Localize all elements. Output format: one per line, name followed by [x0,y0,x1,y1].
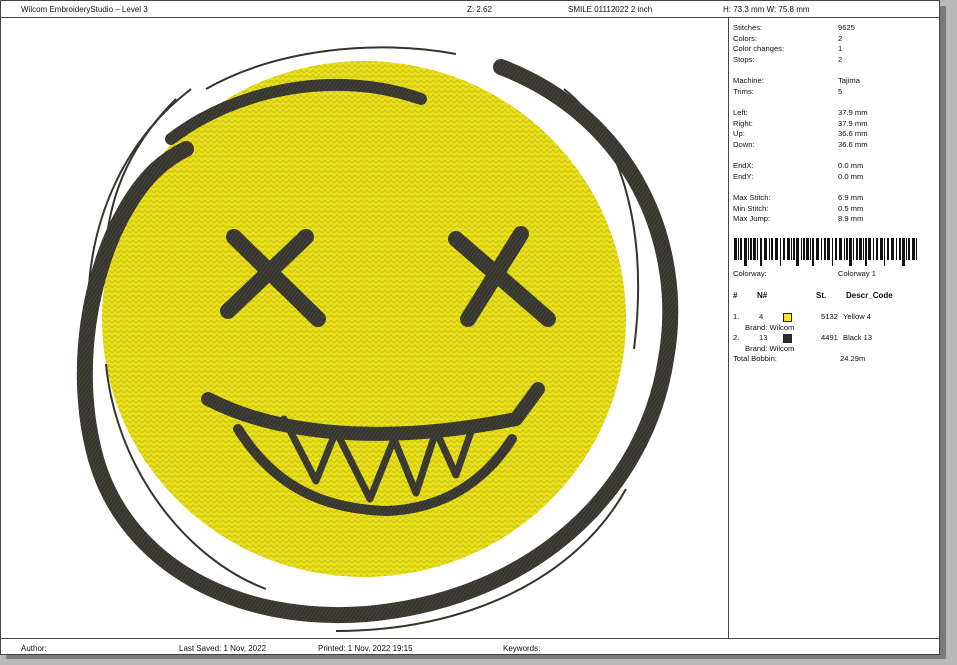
barcode-bar [764,238,767,260]
barcode-bar [824,238,826,260]
stat-row: EndX: 0.0 mm [733,161,864,170]
barcode-bar [791,238,792,260]
barcode-bar [912,238,915,260]
barcode-bar [783,238,785,260]
barcode-bar [803,238,805,260]
barcode-bar [780,238,781,266]
barcode-bar [899,238,901,260]
barcode-bar [856,238,858,260]
panel-divider [728,17,729,638]
barcode-bar [839,238,842,260]
col-header-descr: Descr_Code [846,291,893,300]
stat-row: Up: 36.6 mm [733,129,868,138]
app-title: Wilcom EmbroideryStudio – Level 3 [21,5,148,14]
barcode-icon [734,238,917,266]
design-dimensions: H: 73.3 mm W: 75.8 mm [723,5,810,14]
barcode-bar [865,238,867,266]
barcode-bar [793,238,795,260]
barcode-bar [738,238,739,260]
footer-keywords: Keywords: [503,644,541,653]
barcode-bar [859,238,862,260]
col-header-number: N# [757,291,768,300]
barcode-bar [887,238,889,260]
col-header-index: # [733,291,738,300]
barcode-bar [846,238,848,260]
barcode-bar [821,238,822,260]
color-swatch [783,334,792,343]
color-row: 2. 13 4491 Black 13 [733,333,873,343]
barcode-bar [853,238,854,260]
stat-row: Trims: 5 [733,87,843,96]
stat-row: Machine: Tajima [733,76,860,85]
barcode-bar [740,238,742,260]
color-swatch [783,313,792,322]
stat-row: Down: 36.6 mm [733,140,868,149]
barcode-bar [753,238,756,260]
smiley-x-eyes-embroidery-icon [76,46,679,632]
sheet-shadow-bottom [6,655,946,659]
col-header-stitches: St. [816,291,827,300]
barcode-bar [896,238,897,260]
footer-author: Author: [21,644,47,653]
stat-row: Max Stitch: 6.9 mm [733,193,864,202]
barcode-bar [906,238,907,260]
barcode-bar [863,238,864,260]
barcode-bar [734,238,737,260]
barcode-bar [757,238,758,260]
barcode-bar [748,238,749,260]
barcode-bar [760,238,762,266]
sheet-shadow-right [940,6,946,658]
barcode-bar [902,238,905,266]
page-header: Wilcom EmbroideryStudio – Level 3 Z: 2.6… [1,1,939,18]
barcode-bar [771,238,773,260]
barcode-bar [908,238,910,260]
colorway-row: Colorway: Colorway 1 [733,269,876,278]
total-bobbin-row: Total Bobbin: 24.29m [733,354,866,363]
barcode-bar [844,238,845,260]
zoom-level: Z: 2.62 [467,5,492,14]
barcode-bar [827,238,830,260]
barcode-bar [796,238,799,266]
barcode-bar [812,238,814,266]
page-footer: Author: Last Saved: 1 Nov, 2022 Printed:… [1,638,939,656]
barcode-bar [816,238,819,260]
stat-row: Stitches: 9625 [733,23,855,32]
barcode-bar [744,238,747,266]
barcode-bar [876,238,878,260]
barcode-bar [769,238,770,260]
footer-printed: Printed: 1 Nov, 2022 19:15 [318,644,413,653]
stat-row: Max Jump: 8.9 mm [733,214,864,223]
barcode-bar [880,238,883,260]
barcode-bar [775,238,778,260]
barcode-bar [868,238,871,260]
design-info-panel: Stitches: 9625 Colors: 2 Color changes: 1 S… [731,17,939,638]
footer-last-saved: Last Saved: 1 Nov, 2022 [179,644,267,653]
stat-row: Left: 37.9 mm [733,108,868,117]
barcode-bar [832,238,833,266]
barcode-bar [806,238,809,260]
stat-row: Color changes: 1 [733,44,843,53]
design-name: SMILE 01112022 2 inch [568,5,653,14]
stat-row: Stops: 2 [733,55,843,64]
barcode-bar [801,238,802,260]
barcode-bar [787,238,790,260]
barcode-bar [849,238,852,266]
barcode-bar [891,238,894,260]
barcode-bar [916,238,917,260]
barcode-bar [884,238,885,266]
print-preview-sheet: Wilcom EmbroideryStudio – Level 3 Z: 2.6… [0,0,940,655]
barcode-bar [750,238,752,260]
stat-row: EndY: 0.0 mm [733,172,864,181]
barcode-bar [810,238,811,260]
barcode-bar [873,238,874,260]
barcode-bar [835,238,837,260]
color-row: 1. 4 5132 Yellow 4 [733,312,872,322]
